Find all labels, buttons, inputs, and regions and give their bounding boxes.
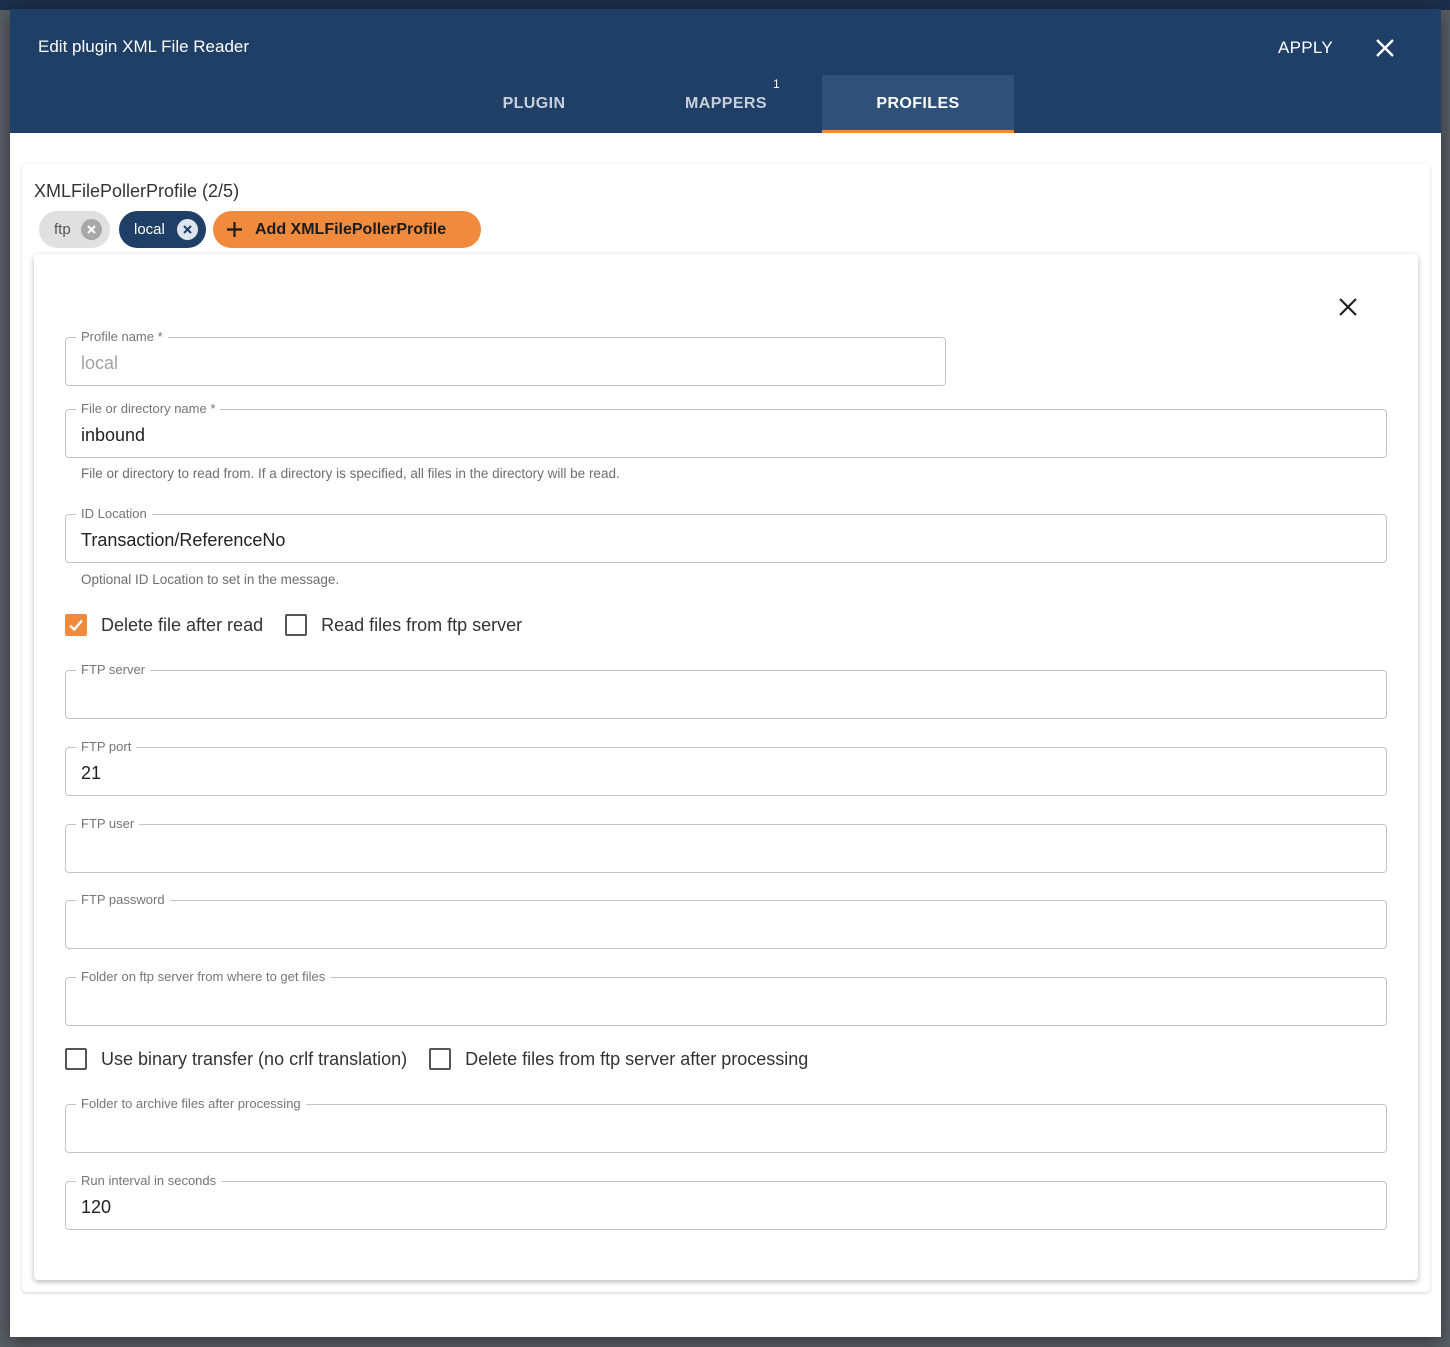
profile-chip-local[interactable]: local [119,211,206,248]
edit-plugin-dialog: Edit plugin XML File Reader APPLY PLUGIN… [10,9,1441,1337]
profile-count-heading: XMLFilePollerProfile (2/5) [34,181,240,201]
ftp-port-input[interactable] [81,760,1375,786]
field-label: ID Location [81,506,147,521]
ftp-port-field[interactable]: FTP port [65,740,1387,796]
checkmark-icon [69,619,83,632]
field-label: File or directory name * [81,401,216,416]
field-label: Run interval in seconds [81,1173,217,1188]
archive-folder-field[interactable]: Folder to archive files after processing [65,1097,1387,1153]
file-directory-input[interactable] [81,422,1375,448]
ftp-folder-input[interactable] [81,990,1375,1016]
tab-plugin-label: PLUGIN [502,95,566,112]
run-interval-field[interactable]: Run interval in seconds [65,1174,1387,1230]
mappers-count-badge: 1 [773,77,781,91]
run-interval-input[interactable] [81,1194,1375,1220]
profile-form: Profile name * File or directory name * … [34,254,1418,1280]
delete-after-read-checkbox[interactable] [65,614,87,636]
archive-folder-input[interactable] [81,1117,1375,1143]
remove-chip-icon[interactable] [177,219,198,240]
tab-mappers-label: MAPPERS [685,95,767,112]
binary-transfer-checkbox[interactable] [65,1048,87,1070]
delete-from-ftp-label: Delete files from ftp server after proce… [465,1048,809,1069]
tab-plugin[interactable]: PLUGIN [438,75,630,133]
file-directory-field[interactable]: File or directory name * [65,402,1387,458]
dialog-header: Edit plugin XML File Reader APPLY PLUGIN… [10,9,1441,133]
delete-after-read-label: Delete file after read [101,614,264,635]
ftp-server-input[interactable] [81,683,1375,709]
field-label: FTP port [81,739,132,754]
tab-bar: PLUGIN MAPPERS 1 PROFILES [10,75,1441,133]
tab-mappers[interactable]: MAPPERS 1 [630,75,822,133]
ftp-user-field[interactable]: FTP user [65,817,1387,873]
file-directory-helper: File or directory to read from. If a dir… [81,466,620,481]
ftp-password-field[interactable]: FTP password [65,893,1387,949]
profile-chip-label: local [134,221,165,238]
profile-chip-ftp[interactable]: ftp [39,211,110,248]
checkbox-row-ftp: Use binary transfer (no crlf translation… [65,1047,830,1071]
tab-profiles[interactable]: PROFILES [822,75,1014,133]
remove-chip-icon[interactable] [81,219,102,240]
id-location-helper: Optional ID Location to set in the messa… [81,572,340,587]
read-from-ftp-label: Read files from ftp server [321,614,523,635]
close-icon[interactable] [1337,296,1359,318]
plus-icon [227,222,242,237]
tab-profiles-label: PROFILES [876,95,960,112]
add-profile-button[interactable]: Add XMLFilePollerProfile [213,211,481,248]
checkbox-row-read: Delete file after read Read files from f… [65,613,544,637]
dialog-title: Edit plugin XML File Reader [38,37,250,56]
field-label: Profile name * [81,329,163,344]
binary-transfer-label: Use binary transfer (no crlf translation… [101,1048,408,1069]
delete-from-ftp-checkbox[interactable] [429,1048,452,1070]
ftp-user-input[interactable] [81,837,1375,863]
close-dialog-button[interactable] [1372,35,1398,61]
id-location-input[interactable] [81,527,1375,553]
read-from-ftp-checkbox[interactable] [285,614,308,636]
profile-name-field[interactable]: Profile name * [65,330,946,386]
field-label: FTP password [81,892,165,907]
ftp-server-field[interactable]: FTP server [65,663,1387,719]
profile-name-input[interactable] [81,350,934,376]
field-label: FTP user [81,816,135,831]
ftp-folder-field[interactable]: Folder on ftp server from where to get f… [65,970,1387,1026]
add-profile-label: Add XMLFilePollerProfile [255,220,447,238]
field-label: FTP server [81,662,146,677]
id-location-field[interactable]: ID Location [65,507,1387,563]
field-label: Folder on ftp server from where to get f… [81,969,326,984]
close-icon [1376,39,1394,57]
field-label: Folder to archive files after processing [81,1096,301,1111]
apply-button[interactable]: APPLY [1278,35,1333,61]
ftp-password-input[interactable] [81,913,1375,939]
profile-chip-label: ftp [54,221,71,238]
